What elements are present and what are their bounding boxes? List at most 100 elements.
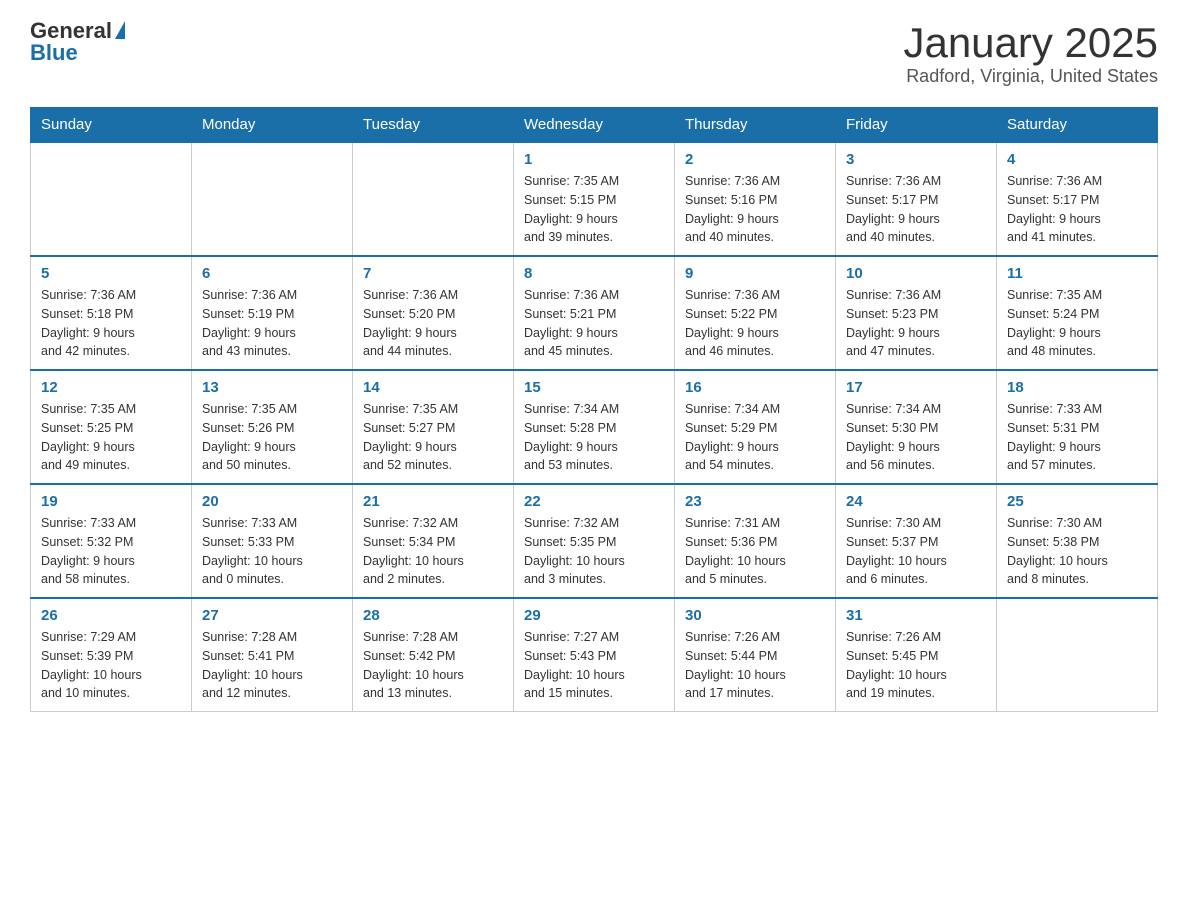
calendar-cell — [192, 142, 353, 256]
day-info: Sunrise: 7:36 AM Sunset: 5:19 PM Dayligh… — [202, 286, 342, 361]
calendar-cell: 8Sunrise: 7:36 AM Sunset: 5:21 PM Daylig… — [514, 256, 675, 370]
day-info: Sunrise: 7:34 AM Sunset: 5:29 PM Dayligh… — [685, 400, 825, 475]
day-number: 23 — [685, 493, 825, 510]
calendar-cell — [997, 598, 1158, 712]
day-number: 28 — [363, 607, 503, 624]
day-number: 21 — [363, 493, 503, 510]
day-number: 11 — [1007, 265, 1147, 282]
calendar-cell: 15Sunrise: 7:34 AM Sunset: 5:28 PM Dayli… — [514, 370, 675, 484]
day-number: 13 — [202, 379, 342, 396]
calendar-cell: 4 Sunrise: 7:36 AM Sunset: 5:17 PM Daylig… — [997, 142, 1158, 256]
calendar-cell: 12 Sunrise: 7:35 AM Sunset: 5:25 PM Dayli… — [31, 370, 192, 484]
calendar-cell: 2 Sunrise: 7:36 AM Sunset: 5:16 PM Daylig… — [675, 142, 836, 256]
calendar-cell: 19 Sunrise: 7:33 AM Sunset: 5:32 PM Dayli… — [31, 484, 192, 598]
day-info: Sunrise: 7:29 AM Sunset: 5:39 PM Dayligh… — [41, 628, 181, 703]
calendar-cell: 14Sunrise: 7:35 AM Sunset: 5:27 PM Dayli… — [353, 370, 514, 484]
calendar-cell: 3 Sunrise: 7:36 AM Sunset: 5:17 PM Daylig… — [836, 142, 997, 256]
calendar-week-4: 19 Sunrise: 7:33 AM Sunset: 5:32 PM Dayli… — [31, 484, 1158, 598]
calendar-cell: 9 Sunrise: 7:36 AM Sunset: 5:22 PM Daylig… — [675, 256, 836, 370]
title-section: January 2025 Radford, Virginia, United S… — [903, 20, 1158, 87]
day-info: Sunrise: 7:35 AM Sunset: 5:15 PM Dayligh… — [524, 172, 664, 247]
logo-general: General — [30, 20, 112, 42]
day-number: 9 — [685, 265, 825, 282]
day-number: 17 — [846, 379, 986, 396]
calendar-week-3: 12 Sunrise: 7:35 AM Sunset: 5:25 PM Dayli… — [31, 370, 1158, 484]
day-info: Sunrise: 7:26 AM Sunset: 5:44 PM Dayligh… — [685, 628, 825, 703]
day-info: Sunrise: 7:33 AM Sunset: 5:32 PM Dayligh… — [41, 514, 181, 589]
logo: General Blue — [30, 20, 125, 64]
day-number: 19 — [41, 493, 181, 510]
calendar-cell: 27Sunrise: 7:28 AM Sunset: 5:41 PM Dayli… — [192, 598, 353, 712]
calendar-cell: 22 Sunrise: 7:32 AM Sunset: 5:35 PM Dayli… — [514, 484, 675, 598]
calendar-cell: 30 Sunrise: 7:26 AM Sunset: 5:44 PM Dayli… — [675, 598, 836, 712]
day-info: Sunrise: 7:32 AM Sunset: 5:35 PM Dayligh… — [524, 514, 664, 589]
day-number: 2 — [685, 151, 825, 168]
page-title: January 2025 — [903, 20, 1158, 66]
calendar-cell: 7 Sunrise: 7:36 AM Sunset: 5:20 PM Daylig… — [353, 256, 514, 370]
calendar-cell: 21 Sunrise: 7:32 AM Sunset: 5:34 PM Dayli… — [353, 484, 514, 598]
day-number: 5 — [41, 265, 181, 282]
day-info: Sunrise: 7:33 AM Sunset: 5:31 PM Dayligh… — [1007, 400, 1147, 475]
day-info: Sunrise: 7:33 AM Sunset: 5:33 PM Dayligh… — [202, 514, 342, 589]
calendar-cell: 5 Sunrise: 7:36 AM Sunset: 5:18 PM Daylig… — [31, 256, 192, 370]
day-info: Sunrise: 7:32 AM Sunset: 5:34 PM Dayligh… — [363, 514, 503, 589]
calendar-cell: 11 Sunrise: 7:35 AM Sunset: 5:24 PM Dayli… — [997, 256, 1158, 370]
day-number: 14 — [363, 379, 503, 396]
day-number: 7 — [363, 265, 503, 282]
day-number: 1 — [524, 151, 664, 168]
day-info: Sunrise: 7:26 AM Sunset: 5:45 PM Dayligh… — [846, 628, 986, 703]
day-number: 4 — [1007, 151, 1147, 168]
page-header: General Blue January 2025 Radford, Virgi… — [30, 20, 1158, 87]
day-info: Sunrise: 7:35 AM Sunset: 5:24 PM Dayligh… — [1007, 286, 1147, 361]
calendar-cell: 25Sunrise: 7:30 AM Sunset: 5:38 PM Dayli… — [997, 484, 1158, 598]
calendar-week-2: 5 Sunrise: 7:36 AM Sunset: 5:18 PM Daylig… — [31, 256, 1158, 370]
day-info: Sunrise: 7:35 AM Sunset: 5:25 PM Dayligh… — [41, 400, 181, 475]
day-info: Sunrise: 7:35 AM Sunset: 5:26 PM Dayligh… — [202, 400, 342, 475]
day-number: 20 — [202, 493, 342, 510]
column-header-saturday: Saturday — [997, 108, 1158, 143]
day-number: 30 — [685, 607, 825, 624]
day-info: Sunrise: 7:36 AM Sunset: 5:22 PM Dayligh… — [685, 286, 825, 361]
calendar-cell — [353, 142, 514, 256]
calendar-cell: 10 Sunrise: 7:36 AM Sunset: 5:23 PM Dayli… — [836, 256, 997, 370]
calendar-cell: 29 Sunrise: 7:27 AM Sunset: 5:43 PM Dayli… — [514, 598, 675, 712]
day-number: 22 — [524, 493, 664, 510]
day-info: Sunrise: 7:36 AM Sunset: 5:23 PM Dayligh… — [846, 286, 986, 361]
day-info: Sunrise: 7:36 AM Sunset: 5:17 PM Dayligh… — [1007, 172, 1147, 247]
day-info: Sunrise: 7:36 AM Sunset: 5:17 PM Dayligh… — [846, 172, 986, 247]
logo-blue: Blue — [30, 42, 78, 64]
day-number: 31 — [846, 607, 986, 624]
column-header-thursday: Thursday — [675, 108, 836, 143]
calendar-cell: 6Sunrise: 7:36 AM Sunset: 5:19 PM Daylig… — [192, 256, 353, 370]
day-info: Sunrise: 7:36 AM Sunset: 5:16 PM Dayligh… — [685, 172, 825, 247]
calendar-week-5: 26 Sunrise: 7:29 AM Sunset: 5:39 PM Dayli… — [31, 598, 1158, 712]
day-number: 26 — [41, 607, 181, 624]
day-number: 16 — [685, 379, 825, 396]
calendar-cell: 24 Sunrise: 7:30 AM Sunset: 5:37 PM Dayli… — [836, 484, 997, 598]
day-number: 24 — [846, 493, 986, 510]
day-number: 29 — [524, 607, 664, 624]
calendar-body: 1 Sunrise: 7:35 AM Sunset: 5:15 PM Daylig… — [31, 142, 1158, 712]
day-number: 12 — [41, 379, 181, 396]
day-info: Sunrise: 7:36 AM Sunset: 5:18 PM Dayligh… — [41, 286, 181, 361]
day-info: Sunrise: 7:30 AM Sunset: 5:37 PM Dayligh… — [846, 514, 986, 589]
calendar-cell: 16 Sunrise: 7:34 AM Sunset: 5:29 PM Dayli… — [675, 370, 836, 484]
page-subtitle: Radford, Virginia, United States — [903, 66, 1158, 87]
day-info: Sunrise: 7:27 AM Sunset: 5:43 PM Dayligh… — [524, 628, 664, 703]
day-info: Sunrise: 7:36 AM Sunset: 5:21 PM Dayligh… — [524, 286, 664, 361]
day-info: Sunrise: 7:30 AM Sunset: 5:38 PM Dayligh… — [1007, 514, 1147, 589]
calendar-week-1: 1 Sunrise: 7:35 AM Sunset: 5:15 PM Daylig… — [31, 142, 1158, 256]
column-header-friday: Friday — [836, 108, 997, 143]
day-info: Sunrise: 7:34 AM Sunset: 5:30 PM Dayligh… — [846, 400, 986, 475]
day-number: 3 — [846, 151, 986, 168]
day-info: Sunrise: 7:36 AM Sunset: 5:20 PM Dayligh… — [363, 286, 503, 361]
day-number: 10 — [846, 265, 986, 282]
calendar-cell — [31, 142, 192, 256]
calendar-cell: 17 Sunrise: 7:34 AM Sunset: 5:30 PM Dayli… — [836, 370, 997, 484]
column-header-monday: Monday — [192, 108, 353, 143]
calendar-cell: 13 Sunrise: 7:35 AM Sunset: 5:26 PM Dayli… — [192, 370, 353, 484]
calendar-cell: 26 Sunrise: 7:29 AM Sunset: 5:39 PM Dayli… — [31, 598, 192, 712]
calendar-cell: 18Sunrise: 7:33 AM Sunset: 5:31 PM Dayli… — [997, 370, 1158, 484]
column-header-wednesday: Wednesday — [514, 108, 675, 143]
column-header-sunday: Sunday — [31, 108, 192, 143]
